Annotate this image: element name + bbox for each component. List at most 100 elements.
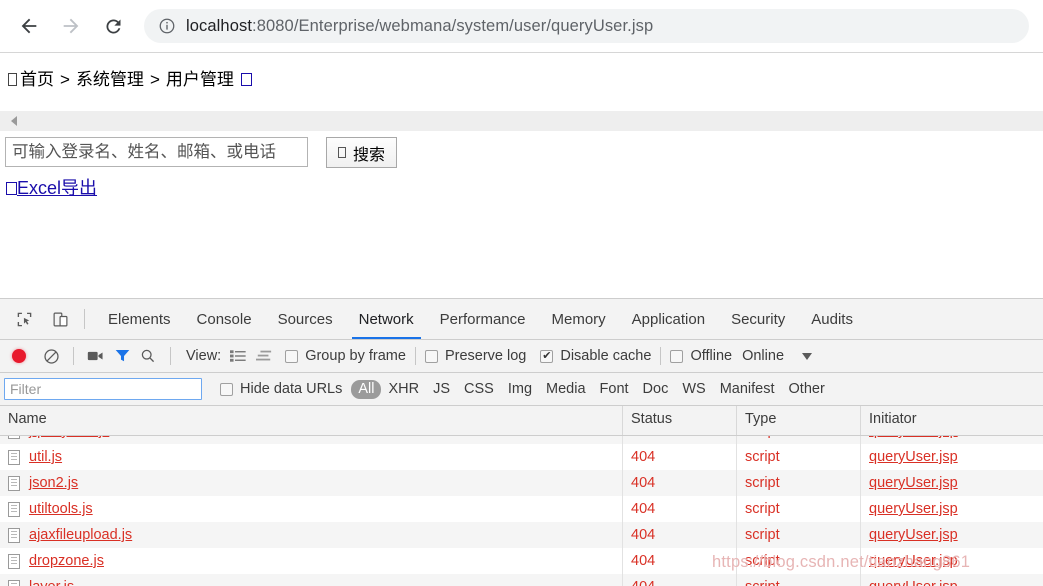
hide-data-urls-label[interactable]: Hide data URLs	[240, 381, 342, 397]
clear-button[interactable]	[38, 343, 64, 369]
tab-network[interactable]: Network	[346, 300, 427, 339]
online-throttling-label[interactable]: Online	[742, 348, 784, 364]
breadcrumb-home[interactable]: 首页	[20, 70, 54, 89]
view-waterfall-button[interactable]	[251, 343, 277, 369]
cell-initiator[interactable]: queryUser.jsp	[861, 548, 1043, 574]
group-by-frame-label[interactable]: Group by frame	[305, 348, 406, 364]
toolbar-divider	[84, 309, 85, 329]
list-view-icon	[230, 350, 246, 362]
cell-initiator[interactable]: queryUser.jsp	[861, 470, 1043, 496]
filter-toggle-button[interactable]	[109, 343, 135, 369]
record-icon	[12, 349, 26, 363]
filter-chip-ws[interactable]: WS	[675, 380, 712, 399]
column-header-type[interactable]: Type	[737, 406, 861, 435]
filter-chip-font[interactable]: Font	[593, 380, 636, 399]
breadcrumb-level2[interactable]: 系统管理	[76, 70, 144, 89]
filter-chip-img[interactable]: Img	[501, 380, 539, 399]
tab-console[interactable]: Console	[184, 300, 265, 339]
table-row[interactable]: util.js 404 script queryUser.jsp	[0, 444, 1043, 470]
offline-checkbox[interactable]: ✔	[670, 349, 684, 363]
screenshot-button[interactable]	[83, 343, 109, 369]
request-name[interactable]: layer.js	[29, 579, 74, 586]
request-name[interactable]: utiltools.js	[29, 501, 93, 517]
breadcrumb-refresh-link[interactable]	[240, 70, 252, 90]
breadcrumb-level3[interactable]: 用户管理	[166, 70, 234, 89]
cell-type: script	[737, 574, 861, 586]
filter-chip-media[interactable]: Media	[539, 380, 593, 399]
tab-sources[interactable]: Sources	[265, 300, 346, 339]
request-name[interactable]: util.js	[29, 449, 62, 465]
request-name[interactable]: json2.js	[29, 475, 78, 491]
record-button[interactable]	[6, 343, 32, 369]
table-row[interactable]: utiltools.js 404 script queryUser.jsp	[0, 496, 1043, 522]
filter-chip-css[interactable]: CSS	[457, 380, 501, 399]
cell-initiator[interactable]: queryUser.jsp	[861, 444, 1043, 470]
cell-initiator[interactable]: queryUser.jsp	[861, 522, 1043, 548]
filter-chip-doc[interactable]: Doc	[636, 380, 676, 399]
script-file-icon	[8, 501, 20, 517]
filter-input[interactable]	[4, 378, 202, 400]
device-toolbar-button[interactable]	[46, 305, 74, 333]
disable-cache-checkbox[interactable]: ✔	[540, 349, 554, 363]
inspect-element-button[interactable]	[10, 305, 38, 333]
cell-type: script	[737, 444, 861, 470]
net-divider-4	[660, 347, 662, 365]
group-by-frame-checkbox[interactable]: ✔	[285, 349, 299, 363]
excel-export-link[interactable]: Excel导出	[6, 174, 97, 200]
chevron-down-icon[interactable]	[802, 352, 813, 360]
request-name[interactable]: dropzone.js	[29, 553, 104, 569]
column-header-initiator[interactable]: Initiator	[861, 406, 1043, 435]
forward-arrow-icon	[63, 18, 79, 34]
table-body[interactable]: jquery.min.js 404 script queryUser.jsp u…	[0, 436, 1043, 586]
offline-label[interactable]: Offline	[690, 348, 732, 364]
address-bar[interactable]: localhost:8080/Enterprise/webmana/system…	[144, 9, 1029, 43]
filter-chip-js[interactable]: JS	[426, 380, 457, 399]
search-button[interactable]: 搜索	[326, 137, 398, 168]
disable-cache-label[interactable]: Disable cache	[560, 348, 651, 364]
cell-name[interactable]: ajaxfileupload.js	[0, 522, 623, 548]
table-row[interactable]: json2.js 404 script queryUser.jsp	[0, 470, 1043, 496]
table-row[interactable]: ajaxfileupload.js 404 script queryUser.j…	[0, 522, 1043, 548]
devtools-tabbar: Elements Console Sources Network Perform…	[0, 299, 1043, 340]
net-divider-3	[414, 347, 416, 365]
filter-chip-other[interactable]: Other	[782, 380, 832, 399]
column-header-name[interactable]: Name	[0, 406, 623, 435]
forward-button[interactable]	[54, 9, 88, 43]
view-list-button[interactable]	[225, 343, 251, 369]
breadcrumb-separator-2: >	[149, 70, 160, 89]
search-requests-button[interactable]	[135, 343, 161, 369]
hide-data-urls-checkbox[interactable]: ✔	[220, 382, 233, 396]
table-row[interactable]: dropzone.js 404 script queryUser.jsp	[0, 548, 1043, 574]
filter-chip-manifest[interactable]: Manifest	[713, 380, 782, 399]
filter-chip-all[interactable]: All	[351, 379, 382, 399]
screenshot-root: localhost:8080/Enterprise/webmana/system…	[0, 0, 1043, 586]
reload-button[interactable]	[96, 9, 130, 43]
preserve-log-label[interactable]: Preserve log	[445, 348, 526, 364]
cell-name[interactable]: layer.js	[0, 574, 623, 586]
cell-name[interactable]: jquery.min.js	[0, 436, 623, 444]
search-input[interactable]	[5, 137, 308, 167]
request-name[interactable]: ajaxfileupload.js	[29, 527, 132, 543]
column-header-status[interactable]: Status	[623, 406, 737, 435]
request-name[interactable]: jquery.min.js	[29, 436, 109, 439]
cell-initiator[interactable]: queryUser.jsp	[861, 496, 1043, 522]
preserve-log-checkbox[interactable]: ✔	[424, 349, 438, 363]
site-info-icon[interactable]	[158, 17, 176, 35]
cell-name[interactable]: json2.js	[0, 470, 623, 496]
cell-name[interactable]: util.js	[0, 444, 623, 470]
cell-name[interactable]: utiltools.js	[0, 496, 623, 522]
tab-audits[interactable]: Audits	[798, 300, 866, 339]
table-row[interactable]: jquery.min.js 404 script queryUser.jsp	[0, 436, 1043, 444]
filter-chip-xhr[interactable]: XHR	[381, 380, 426, 399]
tab-elements[interactable]: Elements	[95, 300, 184, 339]
tab-memory[interactable]: Memory	[539, 300, 619, 339]
hide-data-urls-control[interactable]: ✔ Hide data URLs	[220, 381, 342, 397]
tab-performance[interactable]: Performance	[427, 300, 539, 339]
cell-name[interactable]: dropzone.js	[0, 548, 623, 574]
table-row[interactable]: layer.js 404 script queryUser.jsp	[0, 574, 1043, 586]
cell-initiator[interactable]: queryUser.jsp	[861, 574, 1043, 586]
tab-application[interactable]: Application	[619, 300, 718, 339]
collapse-arrow-icon[interactable]	[11, 116, 17, 126]
back-button[interactable]	[12, 9, 46, 43]
tab-security[interactable]: Security	[718, 300, 798, 339]
